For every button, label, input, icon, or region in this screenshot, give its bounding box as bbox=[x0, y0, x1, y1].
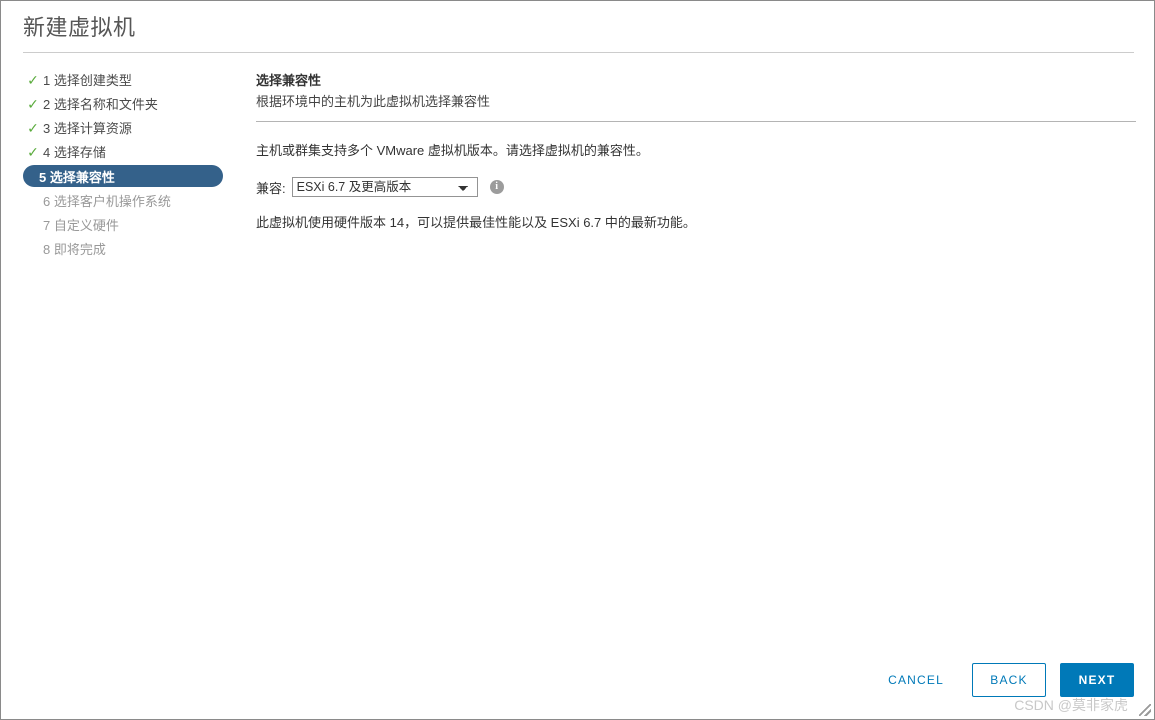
sidebar-step-label: 6 选择客户机操作系统 bbox=[43, 194, 171, 209]
sidebar-step-label: 4 选择存储 bbox=[43, 145, 106, 160]
wizard-title-bar: 新建虚拟机 bbox=[23, 13, 1136, 53]
content-heading: 选择兼容性 bbox=[256, 73, 322, 88]
compatibility-select[interactable]: ESXi 6.7 及更高版本 bbox=[291, 177, 478, 197]
cancel-button[interactable]: CANCEL bbox=[874, 663, 958, 697]
page-title: 新建虚拟机 bbox=[23, 15, 136, 40]
sidebar-step-label: 8 即将完成 bbox=[43, 242, 106, 257]
sidebar-step-5-selected[interactable]: ✓ 5 选择兼容性 bbox=[23, 165, 223, 187]
sidebar-step-1[interactable]: ✓ 1 选择创建类型 bbox=[23, 69, 243, 90]
compatibility-label: 兼容: bbox=[256, 180, 286, 196]
title-divider bbox=[23, 52, 1134, 53]
wizard-footer: CANCEL BACK NEXT bbox=[874, 663, 1134, 697]
sidebar-step-label: 2 选择名称和文件夹 bbox=[43, 97, 158, 112]
content-paragraph: 主机或群集支持多个 VMware 虚拟机版本。请选择虚拟机的兼容性。 bbox=[256, 143, 649, 158]
sidebar-step-4[interactable]: ✓ 4 选择存储 bbox=[23, 141, 243, 162]
sidebar-step-label: 5 选择兼容性 bbox=[39, 169, 115, 185]
back-button[interactable]: BACK bbox=[972, 663, 1046, 697]
check-icon: ✓ bbox=[27, 119, 39, 136]
check-icon: ✓ bbox=[27, 95, 39, 112]
csdn-watermark: CSDN @莫非家虎 bbox=[1014, 697, 1128, 713]
sidebar-step-label: 3 选择计算资源 bbox=[43, 121, 132, 136]
wizard-step-list: ✓ 1 选择创建类型 ✓ 2 选择名称和文件夹 ✓ 3 选择计算资源 ✓ 4 选… bbox=[23, 69, 243, 262]
sidebar-step-label: 1 选择创建类型 bbox=[43, 73, 132, 88]
sidebar-step-6[interactable]: ✓ 6 选择客户机操作系统 bbox=[23, 190, 243, 211]
sidebar-step-7[interactable]: ✓ 7 自定义硬件 bbox=[23, 214, 243, 235]
content-divider bbox=[256, 121, 1136, 122]
sidebar-step-2[interactable]: ✓ 2 选择名称和文件夹 bbox=[23, 93, 243, 114]
next-button[interactable]: NEXT bbox=[1060, 663, 1134, 697]
compatibility-row: 兼容: ESXi 6.7 及更高版本 bbox=[256, 177, 1136, 197]
check-icon: ✓ bbox=[27, 71, 39, 88]
new-vm-wizard-dialog: 新建虚拟机 ✓ 1 选择创建类型 ✓ 2 选择名称和文件夹 ✓ 3 选择计算资源… bbox=[0, 0, 1155, 720]
sidebar-step-label: 7 自定义硬件 bbox=[43, 218, 119, 233]
wizard-content-pane: 选择兼容性 根据环境中的主机为此虚拟机选择兼容性 主机或群集支持多个 VMwar… bbox=[256, 71, 1136, 232]
sidebar-step-8[interactable]: ✓ 8 即将完成 bbox=[23, 238, 243, 259]
check-icon: ✓ bbox=[27, 143, 39, 160]
sidebar-step-3[interactable]: ✓ 3 选择计算资源 bbox=[23, 117, 243, 138]
content-subheading: 根据环境中的主机为此虚拟机选择兼容性 bbox=[256, 94, 491, 109]
hardware-version-note: 此虚拟机使用硬件版本 14，可以提供最佳性能以及 ESXi 6.7 中的最新功能… bbox=[256, 215, 696, 230]
resize-grip-icon[interactable] bbox=[1139, 704, 1151, 716]
info-icon[interactable] bbox=[489, 180, 504, 194]
